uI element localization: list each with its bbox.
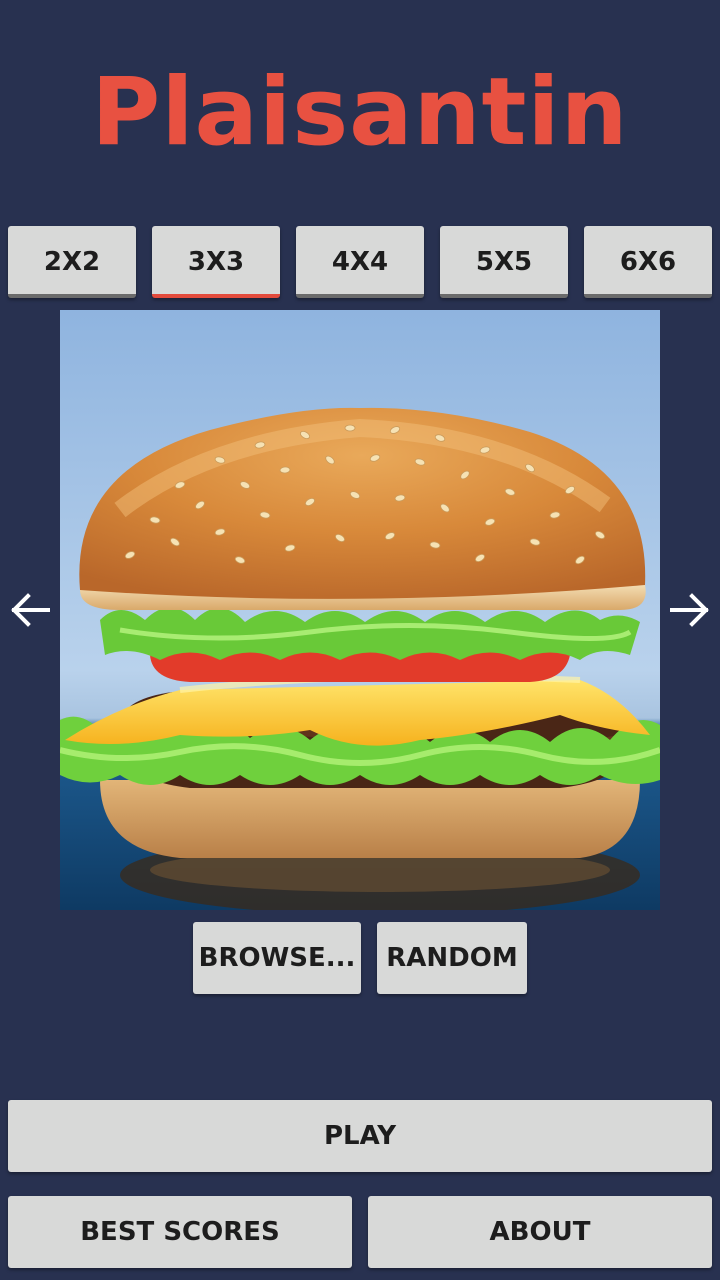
burger-image	[60, 310, 660, 910]
grid-size-2x2-button[interactable]: 2X2	[8, 226, 136, 298]
play-button[interactable]: PLAY	[8, 1100, 712, 1172]
arrow-left-icon	[11, 593, 50, 627]
best-scores-button[interactable]: BEST SCORES	[8, 1196, 352, 1268]
puzzle-image-preview	[60, 310, 660, 910]
app-title: Plaisantin	[91, 58, 629, 167]
grid-size-6x6-button[interactable]: 6X6	[584, 226, 712, 298]
previous-image-button[interactable]	[5, 582, 55, 638]
about-button[interactable]: ABOUT	[368, 1196, 712, 1268]
random-button[interactable]: RANDOM	[377, 922, 527, 994]
grid-size-5x5-button[interactable]: 5X5	[440, 226, 568, 298]
next-image-button[interactable]	[665, 582, 715, 638]
browse-button[interactable]: BROWSE...	[193, 922, 361, 994]
grid-size-3x3-button[interactable]: 3X3	[152, 226, 280, 298]
arrow-right-icon	[670, 593, 709, 627]
grid-size-4x4-button[interactable]: 4X4	[296, 226, 424, 298]
